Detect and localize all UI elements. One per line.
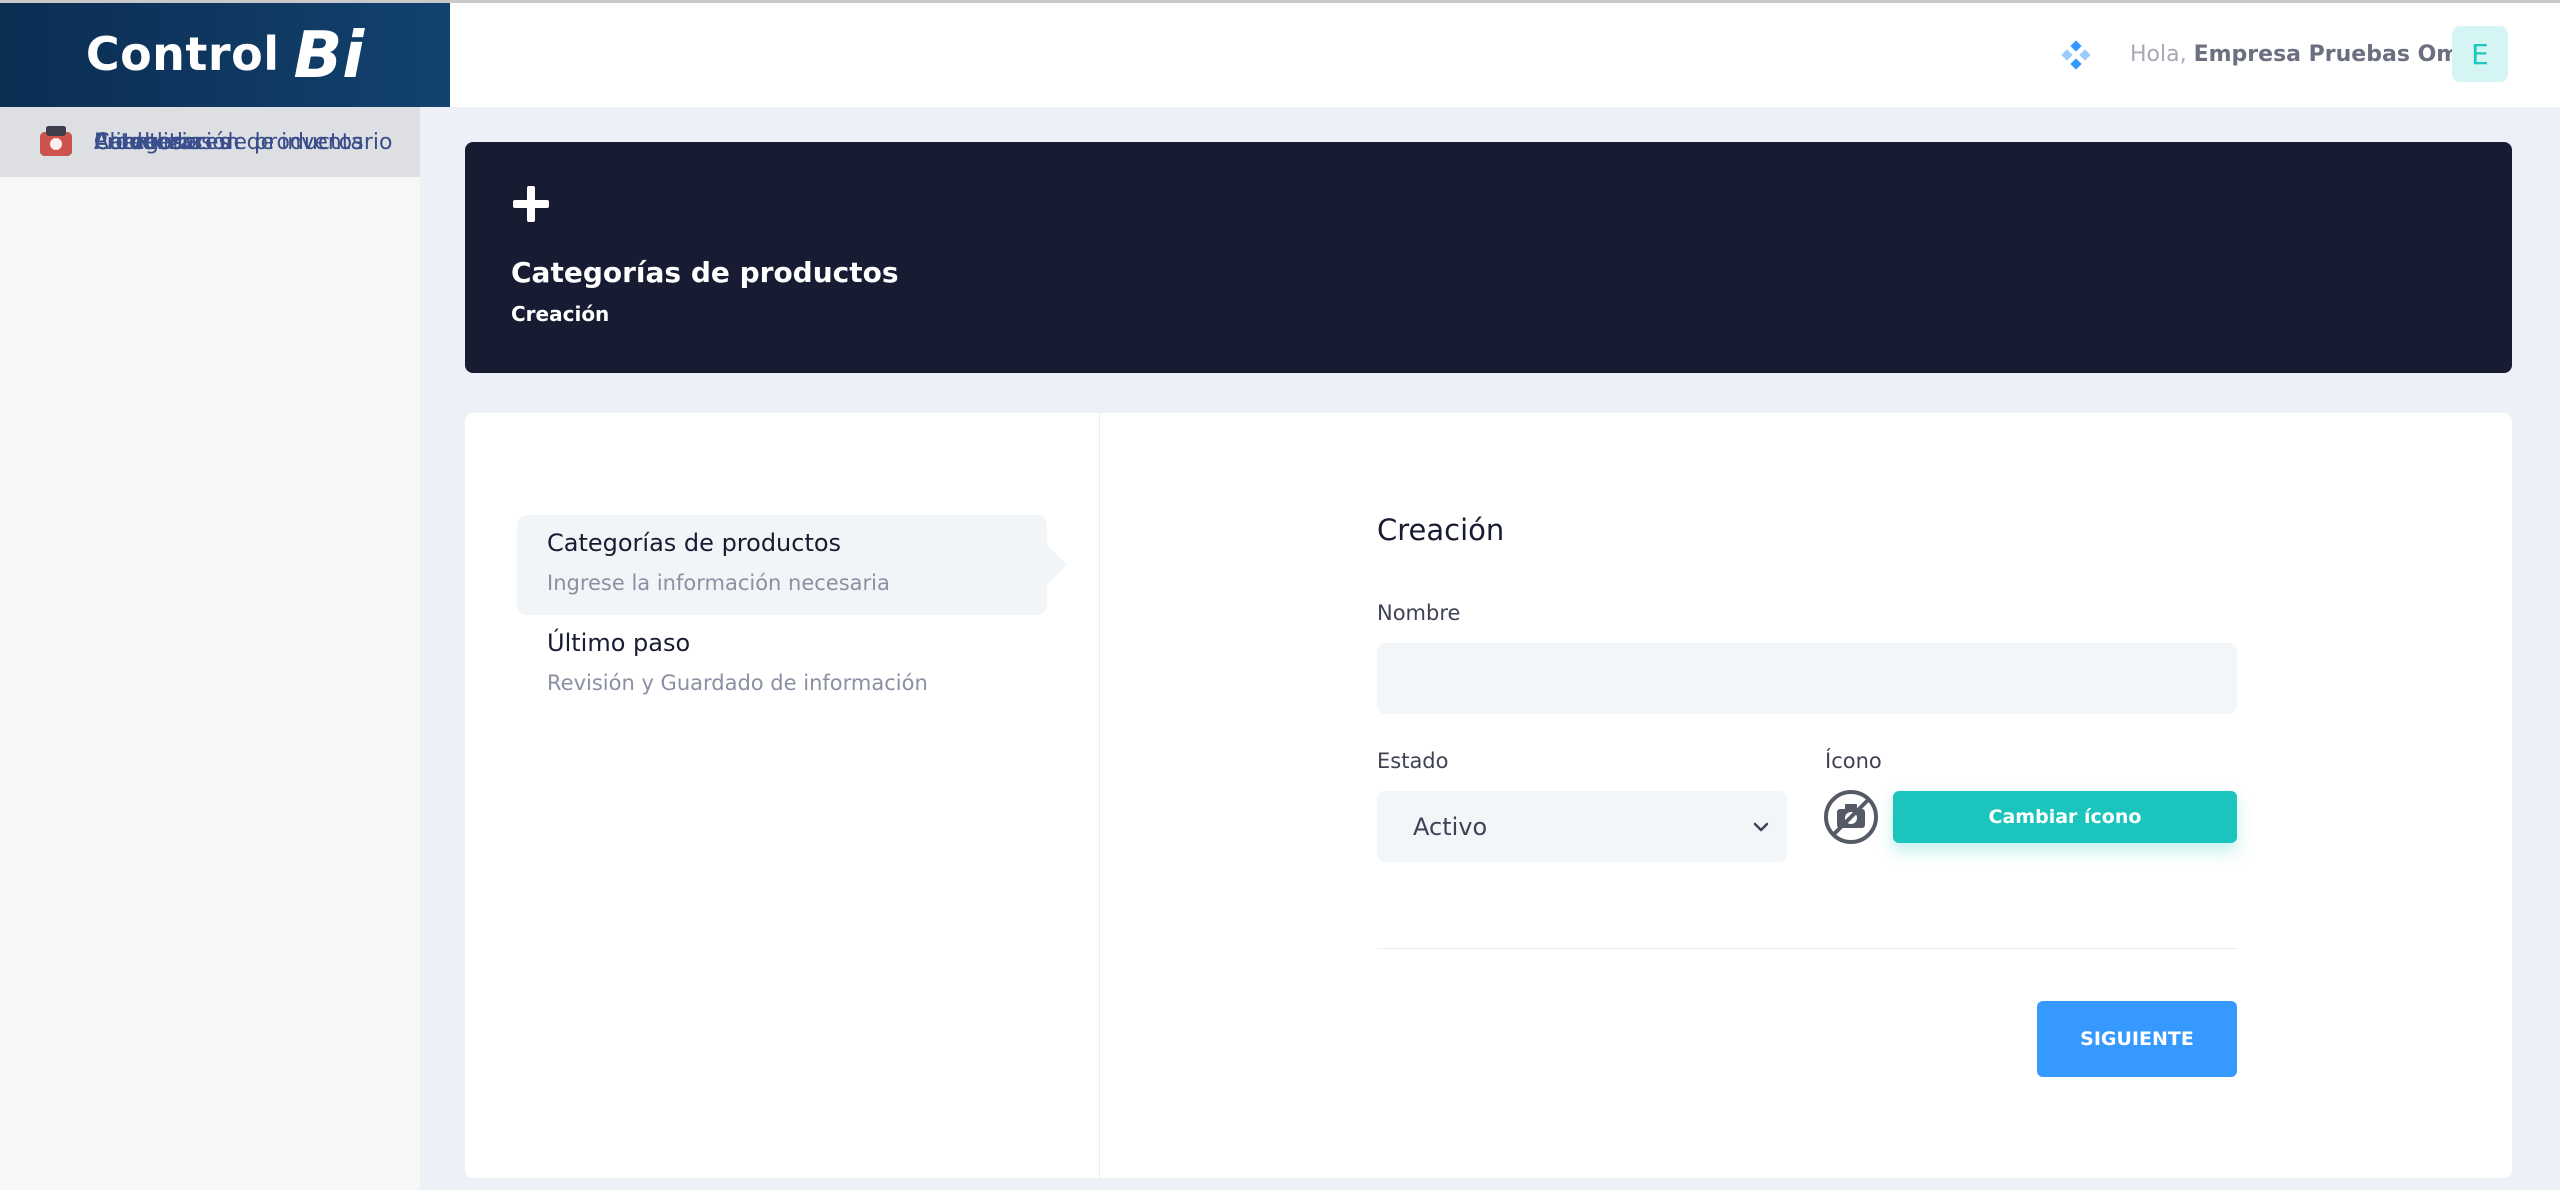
step-description: Revisión y Guardado de información — [547, 671, 928, 695]
logo-text: Control — [85, 26, 280, 81]
window-top-border — [0, 0, 2560, 3]
name-label: Nombre — [1377, 601, 1461, 625]
wizard-step-2[interactable]: Último paso Revisión y Guardado de infor… — [517, 615, 1047, 715]
wizard-step-1[interactable]: Categorías de productos Ingrese la infor… — [517, 515, 1067, 615]
icon-label: Ícono — [1825, 749, 1882, 773]
status-select[interactable]: Activo — [1377, 791, 1787, 862]
change-icon-button[interactable]: Cambiar ícono — [1893, 791, 2237, 843]
diamond-grid-icon[interactable] — [2058, 38, 2094, 74]
name-input[interactable] — [1377, 643, 2237, 714]
sidebar-item[interactable]: Clientes — [0, 107, 420, 177]
sidebar: Estaciones de trabajoDescuentosCitasTiem… — [0, 107, 420, 1190]
page-title: Categorías de productos — [511, 256, 899, 289]
step-description: Ingrese la información necesaria — [547, 571, 890, 595]
form-title: Creación — [1377, 513, 1505, 547]
form-separator — [1377, 948, 2237, 949]
clients-icon — [36, 122, 76, 162]
next-button[interactable]: SIGUIENTE — [2037, 1001, 2237, 1077]
page-subtitle: Creación — [511, 302, 610, 326]
logo-mark: Bi — [293, 18, 365, 93]
card-divider — [1099, 413, 1100, 1178]
chevron-down-icon — [1753, 822, 1769, 832]
status-label: Estado — [1377, 749, 1449, 773]
user-name: Empresa Pruebas Omar — [2193, 42, 2485, 67]
greeting-prefix: Hola, — [2130, 42, 2187, 67]
avatar[interactable]: E — [2452, 26, 2508, 82]
brand-logo[interactable]: Control Bi — [0, 0, 450, 107]
step-title: Último paso — [547, 629, 691, 657]
top-header: Hola, Empresa Pruebas Omar E — [450, 3, 2560, 107]
wizard-card: Categorías de productos Ingrese la infor… — [465, 413, 2512, 1178]
step-title: Categorías de productos — [547, 529, 842, 557]
plus-icon — [513, 186, 549, 222]
user-greeting[interactable]: Hola, Empresa Pruebas Omar — [2130, 42, 2485, 67]
page-banner: Categorías de productos Creación — [465, 142, 2512, 373]
status-selected-value: Activo — [1413, 812, 1488, 841]
sidebar-item-label: Clientes — [94, 129, 183, 155]
no-image-icon — [1824, 790, 1878, 844]
